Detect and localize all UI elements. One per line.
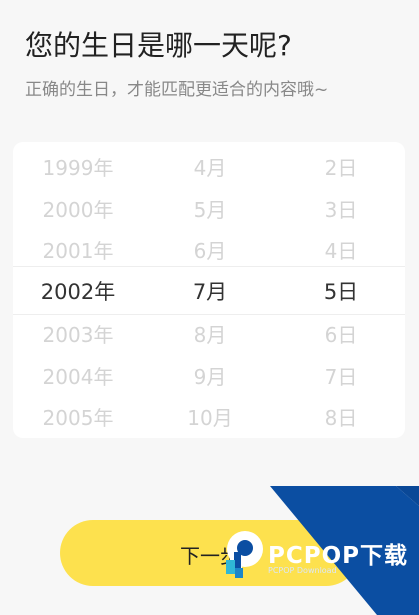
month-column[interactable]: 4月 5月 6月 7月 8月 9月 10月 (143, 142, 277, 438)
year-option[interactable]: 2001年 (13, 228, 143, 270)
month-option[interactable]: 6月 (143, 228, 277, 270)
birthday-page: 您的生日是哪一天呢? 正确的生日，才能匹配更适合的内容哦~ 1999年 2000… (0, 0, 419, 615)
year-option[interactable]: 1999年 (13, 145, 143, 187)
page-title: 您的生日是哪一天呢? (25, 29, 292, 62)
year-option[interactable]: 2005年 (13, 395, 143, 437)
day-option[interactable]: 3日 (277, 187, 405, 229)
month-option[interactable]: 9月 (143, 354, 277, 396)
year-column[interactable]: 1999年 2000年 2001年 2002年 2003年 2004年 2005… (13, 142, 143, 438)
selected-day[interactable]: 5日 (277, 270, 405, 312)
date-picker[interactable]: 1999年 2000年 2001年 2002年 2003年 2004年 2005… (13, 142, 405, 438)
day-option[interactable]: 2日 (277, 145, 405, 187)
selected-year[interactable]: 2002年 (13, 270, 143, 312)
pcpop-logo-icon (226, 531, 263, 578)
year-option[interactable]: 2000年 (13, 187, 143, 229)
month-option[interactable]: 8月 (143, 312, 277, 354)
month-option[interactable]: 10月 (143, 395, 277, 437)
day-option[interactable]: 7日 (277, 354, 405, 396)
month-option[interactable]: 5月 (143, 187, 277, 229)
day-option[interactable]: 8日 (277, 395, 405, 437)
page-subtitle: 正确的生日，才能匹配更适合的内容哦~ (25, 80, 329, 100)
watermark-brand: PCPOP下载 (268, 543, 409, 569)
watermark-subtext: PCPOP Download (268, 566, 337, 575)
year-option[interactable]: 2004年 (13, 354, 143, 396)
year-option[interactable]: 2003年 (13, 312, 143, 354)
day-column[interactable]: 2日 3日 4日 5日 6日 7日 8日 (277, 142, 405, 438)
selected-month[interactable]: 7月 (143, 270, 277, 312)
month-option[interactable]: 4月 (143, 145, 277, 187)
day-option[interactable]: 4日 (277, 228, 405, 270)
day-option[interactable]: 6日 (277, 312, 405, 354)
